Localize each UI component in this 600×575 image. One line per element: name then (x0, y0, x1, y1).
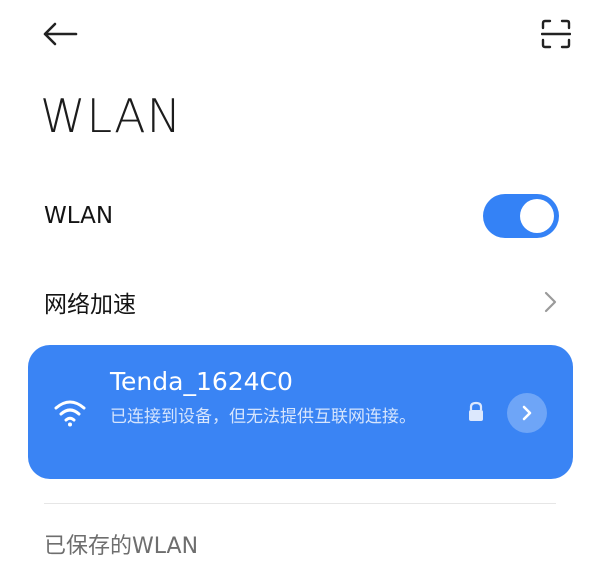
lock-icon (469, 401, 483, 421)
toggle-knob (520, 199, 554, 233)
chevron-right-icon (522, 405, 532, 421)
saved-networks-header: 已保存的WLAN (44, 534, 199, 559)
back-button[interactable] (36, 14, 84, 54)
connected-network-card[interactable]: Tenda_1624C0 已连接到设备，但无法提供互联网连接。 (28, 345, 573, 479)
network-details-button[interactable] (507, 393, 547, 433)
page-title: WLAN (40, 89, 183, 143)
chevron-right-icon (544, 291, 557, 313)
wlan-toggle-switch[interactable] (483, 194, 559, 238)
wifi-icon (54, 400, 86, 427)
network-name: Tenda_1624C0 (110, 367, 293, 396)
network-acceleration-row[interactable]: 网络加速 (0, 276, 600, 328)
wlan-toggle-row: WLAN (0, 190, 600, 242)
network-status: 已连接到设备，但无法提供互联网连接。 (110, 407, 416, 427)
wlan-label: WLAN (44, 203, 114, 229)
top-bar (0, 0, 600, 72)
wlan-settings-page: WLAN WLAN 网络加速 Tenda_1624C0 已连接到设备，但无法提供… (0, 0, 600, 575)
scan-button[interactable] (532, 12, 580, 56)
network-acceleration-label: 网络加速 (44, 292, 136, 318)
arrow-left-icon (43, 22, 78, 46)
scan-frame-icon (541, 19, 571, 49)
divider (44, 503, 556, 504)
